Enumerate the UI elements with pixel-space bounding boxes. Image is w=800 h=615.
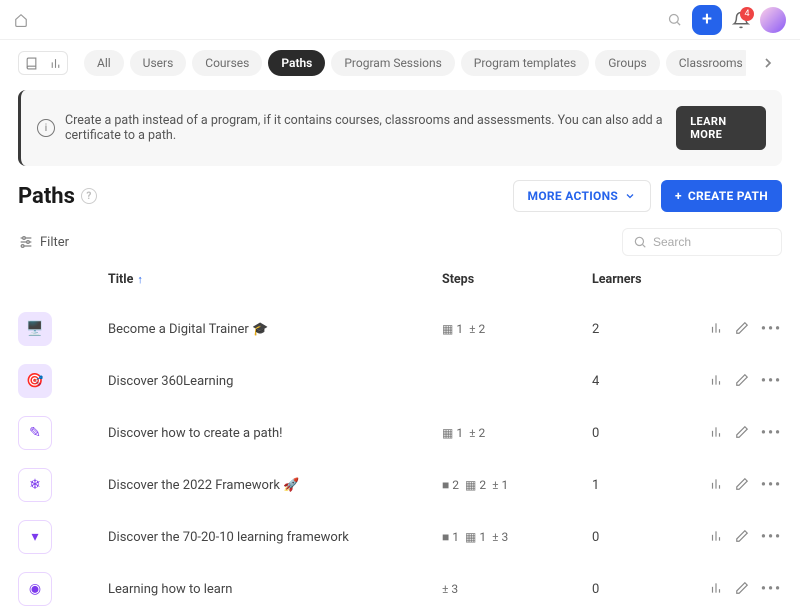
column-steps[interactable]: Steps <box>442 272 592 287</box>
path-learners: 0 <box>592 530 692 545</box>
path-icon: ▾ <box>18 520 52 554</box>
path-title: Discover the 70-20-10 learning framework <box>108 530 442 545</box>
top-bar: + 4 <box>0 0 800 40</box>
more-icon[interactable]: ••• <box>761 529 782 545</box>
create-path-label: CREATE PATH <box>688 189 768 203</box>
notifications-button[interactable]: 4 <box>732 11 750 29</box>
edit-icon[interactable] <box>735 373 749 389</box>
path-icon: ❄ <box>18 468 52 502</box>
info-banner: i Create a path instead of a program, if… <box>18 90 782 166</box>
filter-icon <box>18 234 34 250</box>
tab-program-sessions[interactable]: Program Sessions <box>331 50 454 76</box>
tab-paths[interactable]: Paths <box>268 50 325 76</box>
create-button[interactable]: + <box>692 5 722 35</box>
notification-count: 4 <box>740 7 754 21</box>
stats-icon[interactable] <box>709 373 723 389</box>
search-icon[interactable] <box>667 12 682 27</box>
path-title: Discover how to create a path! <box>108 426 442 441</box>
tab-program-templates[interactable]: Program templates <box>461 50 589 76</box>
view-toggle[interactable] <box>18 51 68 75</box>
avatar[interactable] <box>760 7 786 33</box>
path-steps: ▦1±2 <box>442 426 592 440</box>
nav-bar: AllUsersCoursesPathsProgram Sessions Prog… <box>0 40 800 90</box>
tab-users[interactable]: Users <box>130 50 187 76</box>
path-learners: 0 <box>592 582 692 597</box>
help-icon[interactable]: ? <box>81 188 97 204</box>
path-learners: 2 <box>592 322 692 337</box>
more-actions-button[interactable]: MORE ACTIONS <box>513 180 652 212</box>
stats-icon[interactable] <box>43 52 67 74</box>
plus-icon: + <box>675 189 682 203</box>
search-input[interactable] <box>653 235 771 249</box>
path-icon: 🎯 <box>18 364 52 398</box>
more-icon[interactable]: ••• <box>761 425 782 441</box>
path-steps: ■1▦1±3 <box>442 530 592 544</box>
book-icon[interactable] <box>19 52 43 74</box>
stats-icon[interactable] <box>709 581 723 597</box>
table-row[interactable]: ▾ Discover the 70-20-10 learning framewor… <box>0 511 800 563</box>
edit-icon[interactable] <box>735 581 749 597</box>
table-row[interactable]: 🎯 Discover 360Learning 4 ••• <box>0 355 800 407</box>
column-title[interactable]: Title ↑ <box>108 272 442 287</box>
edit-icon[interactable] <box>735 529 749 545</box>
edit-icon[interactable] <box>735 425 749 441</box>
stats-icon[interactable] <box>709 477 723 493</box>
path-title: Discover 360Learning <box>108 374 442 389</box>
create-path-button[interactable]: + CREATE PATH <box>661 180 782 212</box>
path-title: Discover the 2022 Framework 🚀 <box>108 478 442 493</box>
tab-groups[interactable]: Groups <box>595 50 660 76</box>
more-actions-label: MORE ACTIONS <box>528 189 619 203</box>
home-icon[interactable] <box>14 13 28 27</box>
sort-arrow-icon: ↑ <box>137 273 143 286</box>
column-learners[interactable]: Learners <box>592 272 692 287</box>
more-icon[interactable]: ••• <box>761 321 782 337</box>
stats-icon[interactable] <box>709 425 723 441</box>
banner-text: Create a path instead of a program, if i… <box>65 113 676 143</box>
filter-label: Filter <box>40 235 69 250</box>
tab-classrooms[interactable]: Classrooms <box>666 50 746 76</box>
controls-row: Filter <box>0 224 800 266</box>
stats-icon[interactable] <box>709 321 723 337</box>
path-learners: 0 <box>592 426 692 441</box>
edit-icon[interactable] <box>735 477 749 493</box>
table-row[interactable]: ◉ Learning how to learn±30 ••• <box>0 563 800 615</box>
table-header: Title ↑ Steps Learners <box>0 266 800 303</box>
path-icon: ◉ <box>18 572 52 606</box>
path-steps: ▦1±2 <box>442 322 592 336</box>
more-icon[interactable]: ••• <box>761 581 782 597</box>
search-box[interactable] <box>622 228 782 256</box>
more-icon[interactable]: ••• <box>761 373 782 389</box>
path-steps: ±3 <box>442 582 592 596</box>
filter-button[interactable]: Filter <box>18 234 69 250</box>
search-icon <box>633 235 647 249</box>
table-row[interactable]: 🖥️ Become a Digital Trainer 🎓▦1±22 ••• <box>0 303 800 355</box>
edit-icon[interactable] <box>735 321 749 337</box>
more-icon[interactable]: ••• <box>761 477 782 493</box>
path-learners: 4 <box>592 374 692 389</box>
path-title: Learning how to learn <box>108 582 442 597</box>
tab-all[interactable]: All <box>84 50 124 76</box>
stats-icon[interactable] <box>709 529 723 545</box>
path-icon: 🖥️ <box>18 312 52 346</box>
paths-table: Title ↑ Steps Learners 🖥️ Become a Digita… <box>0 266 800 615</box>
table-row[interactable]: ❄ Discover the 2022 Framework 🚀■2▦2±11 ••• <box>0 459 800 511</box>
info-icon: i <box>37 119 55 137</box>
page-title: Paths <box>18 184 75 209</box>
scroll-right-icon[interactable] <box>754 51 782 75</box>
path-icon: ✎ <box>18 416 52 450</box>
path-steps: ■2▦2±1 <box>442 478 592 492</box>
path-learners: 1 <box>592 478 692 493</box>
chevron-down-icon <box>624 190 636 202</box>
page-header: Paths ? MORE ACTIONS + CREATE PATH <box>0 180 800 224</box>
table-row[interactable]: ✎ Discover how to create a path!▦1±20 ••• <box>0 407 800 459</box>
learn-more-button[interactable]: LEARN MORE <box>676 106 766 150</box>
path-title: Become a Digital Trainer 🎓 <box>108 322 442 337</box>
tab-courses[interactable]: Courses <box>192 50 262 76</box>
